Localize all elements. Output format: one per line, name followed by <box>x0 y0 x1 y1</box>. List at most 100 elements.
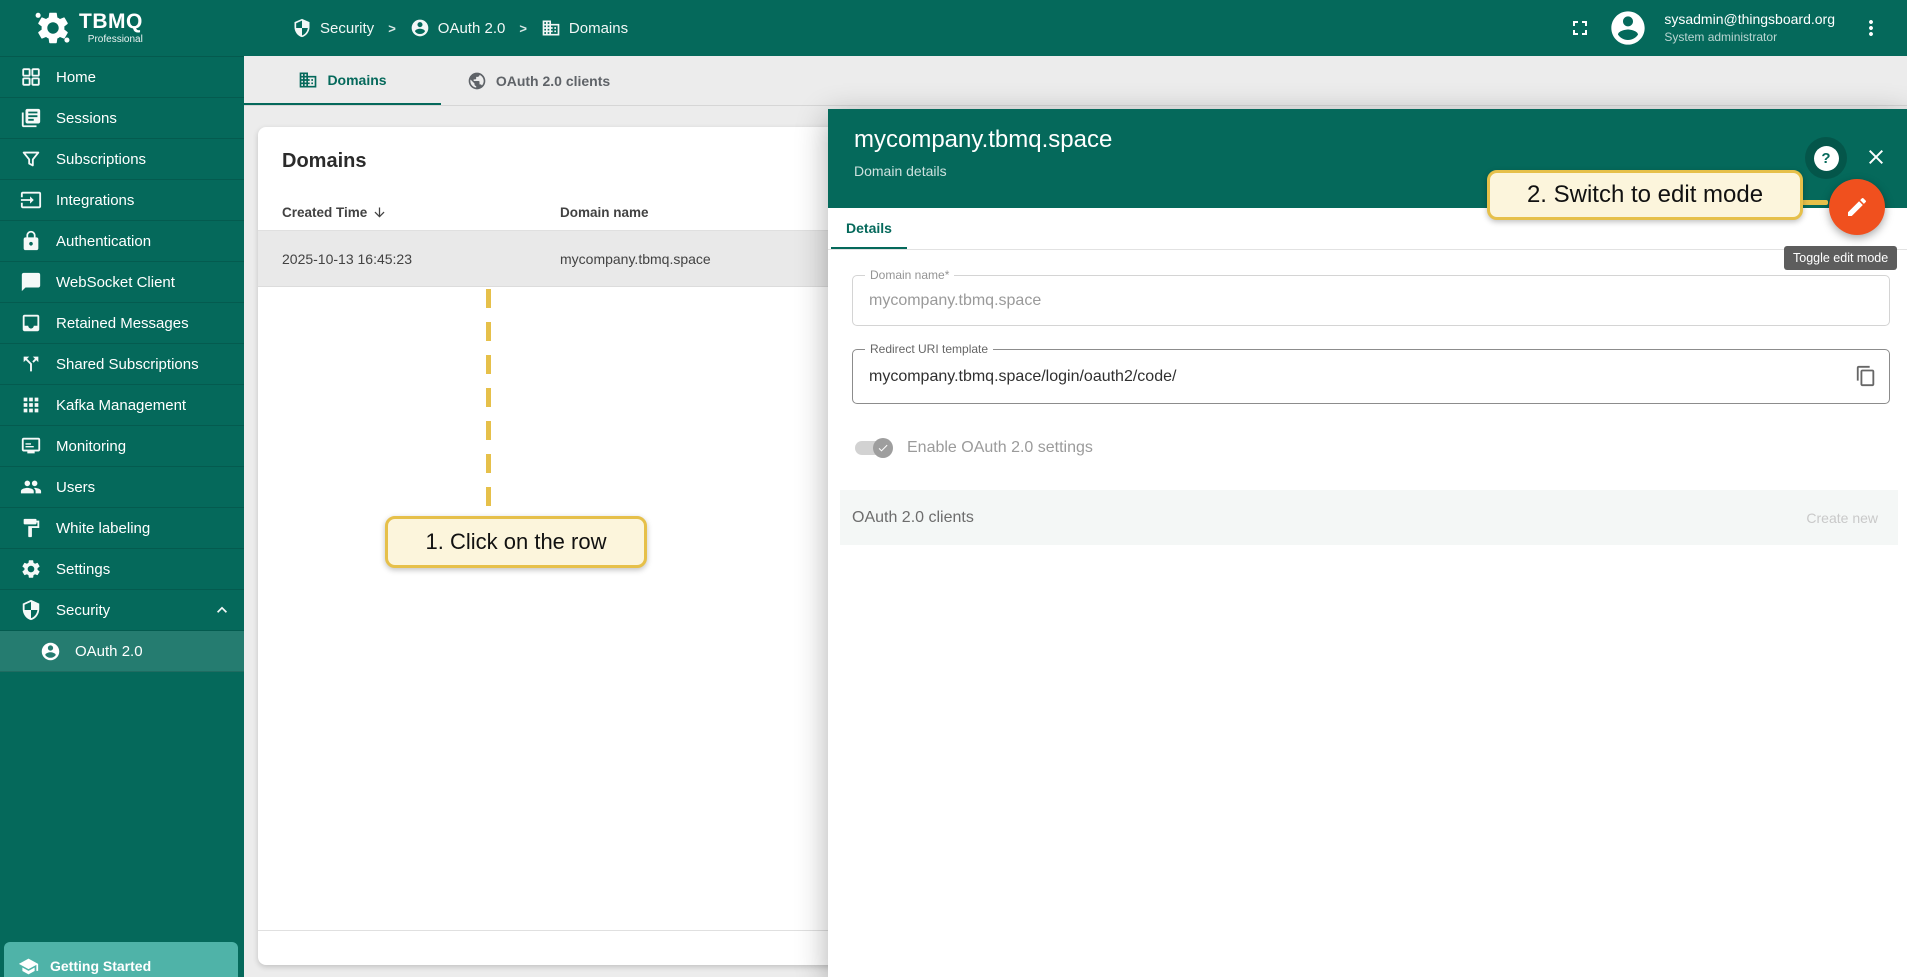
oauth-clients-section: OAuth 2.0 clients Create new <box>840 490 1898 545</box>
oauth-settings-toggle-row: Enable OAuth 2.0 settings <box>852 437 1890 459</box>
logo[interactable]: TBMQ Professional <box>0 9 244 47</box>
fab-tooltip: Toggle edit mode <box>1784 246 1897 270</box>
sidebar-item-label: Users <box>56 479 95 496</box>
tab-oauth-clients[interactable]: OAuth 2.0 clients <box>441 56 636 105</box>
breadcrumb-security[interactable]: Security <box>292 18 374 38</box>
shield-icon <box>20 599 42 621</box>
sidebar-item-kafka-management[interactable]: Kafka Management <box>0 385 244 426</box>
column-header-domain-name[interactable]: Domain name <box>560 205 649 220</box>
avatar-icon <box>1608 8 1648 48</box>
oauth-clients-title: OAuth 2.0 clients <box>852 509 974 527</box>
main-tabbar: Domains OAuth 2.0 clients <box>244 56 1907 106</box>
sidebar-item-security[interactable]: Security <box>0 590 244 631</box>
globe-icon <box>467 71 487 91</box>
toggle-knob <box>873 438 893 458</box>
sidebar-item-authentication[interactable]: Authentication <box>0 221 244 262</box>
sidebar-item-white-labeling[interactable]: White labeling <box>0 508 244 549</box>
breadcrumb-oauth[interactable]: OAuth 2.0 <box>410 18 506 38</box>
tab-label: Domains <box>327 72 386 88</box>
sidebar-subitem-oauth[interactable]: OAuth 2.0 <box>0 631 244 672</box>
sidebar-item-settings[interactable]: Settings <box>0 549 244 590</box>
group-icon <box>20 476 42 498</box>
breadcrumb-domains[interactable]: Domains <box>541 18 628 38</box>
drawer-body: Domain name* mycompany.tbmq.space Redire… <box>828 250 1907 545</box>
close-button[interactable] <box>1861 142 1891 172</box>
book-icon <box>20 107 42 129</box>
header-actions: sysadmin@thingsboard.org System administ… <box>1568 8 1907 48</box>
sidebar-item-shared-subscriptions[interactable]: Shared Subscriptions <box>0 344 244 385</box>
user-avatar[interactable] <box>1608 8 1648 48</box>
account-circle-icon <box>410 18 430 38</box>
sidebar-item-label: Subscriptions <box>56 151 146 168</box>
tbmq-gear-logo-icon <box>34 9 72 47</box>
user-role: System administrator <box>1664 29 1835 45</box>
copy-icon <box>1855 365 1877 387</box>
domain-icon <box>298 70 318 90</box>
sidebar-item-monitoring[interactable]: Monitoring <box>0 426 244 467</box>
getting-started-label: Getting Started <box>50 958 151 974</box>
help-button[interactable]: ? <box>1805 137 1847 179</box>
chat-icon <box>20 271 42 293</box>
user-info: sysadmin@thingsboard.org System administ… <box>1664 10 1835 45</box>
sidebar-item-label: Security <box>56 602 110 619</box>
close-icon <box>1864 145 1888 169</box>
header-menu-button[interactable] <box>1859 16 1883 40</box>
copy-button[interactable] <box>1855 365 1877 387</box>
tab-domains[interactable]: Domains <box>244 56 441 105</box>
sidebar-item-label: Integrations <box>56 192 134 209</box>
breadcrumb: Security > OAuth 2.0 > Domains <box>292 18 628 38</box>
sidebar-item-home[interactable]: Home <box>0 57 244 98</box>
sidebar-item-label: Authentication <box>56 233 151 250</box>
sidebar-item-sessions[interactable]: Sessions <box>0 98 244 139</box>
sidebar-item-retained-messages[interactable]: Retained Messages <box>0 303 244 344</box>
sidebar-item-subscriptions[interactable]: Subscriptions <box>0 139 244 180</box>
create-new-button: Create new <box>1806 510 1878 526</box>
top-header: TBMQ Professional Security > OAuth 2.0 >… <box>0 0 1907 56</box>
sidebar-item-users[interactable]: Users <box>0 467 244 508</box>
lock-icon <box>20 230 42 252</box>
sidebar-item-label: WebSocket Client <box>56 274 175 291</box>
sidebar-subitem-label: OAuth 2.0 <box>75 643 143 660</box>
column-header-created-time[interactable]: Created Time <box>282 205 560 220</box>
redirect-uri-input[interactable]: mycompany.tbmq.space/login/oauth2/code/ <box>853 350 1889 403</box>
breadcrumb-label: OAuth 2.0 <box>438 20 506 37</box>
check-icon <box>877 442 889 454</box>
sidebar-item-label: White labeling <box>56 520 150 537</box>
breadcrumb-label: Security <box>320 20 374 37</box>
step2-dashed-connector <box>1801 200 1828 205</box>
dashboard-icon <box>20 66 42 88</box>
getting-started-button[interactable]: Getting Started <box>4 942 238 977</box>
shield-icon <box>292 18 312 38</box>
more-vert-icon <box>1859 16 1883 40</box>
tab-details[interactable]: Details <box>831 208 907 249</box>
sidebar-item-label: Sessions <box>56 110 117 127</box>
monitor-icon <box>20 435 42 457</box>
column-label: Created Time <box>282 205 367 220</box>
logo-subtitle: Professional <box>88 34 143 45</box>
domain-icon <box>541 18 561 38</box>
logo-text: TBMQ Professional <box>79 11 143 45</box>
sidebar-item-label: Shared Subscriptions <box>56 356 199 373</box>
oauth-settings-toggle <box>855 441 889 455</box>
call-split-icon <box>20 353 42 375</box>
user-email: sysadmin@thingsboard.org <box>1664 10 1835 29</box>
domain-name-input: mycompany.tbmq.space <box>853 276 1889 325</box>
input-icon <box>20 189 42 211</box>
sidebar-item-label: Monitoring <box>56 438 126 455</box>
sidebar-nav: Home Sessions Subscriptions Integrations… <box>0 56 244 672</box>
sidebar: Home Sessions Subscriptions Integrations… <box>0 56 244 977</box>
app-root: TBMQ Professional Security > OAuth 2.0 >… <box>0 0 1907 977</box>
logo-title: TBMQ <box>79 11 143 32</box>
fullscreen-button[interactable] <box>1568 16 1592 40</box>
breadcrumb-separator: > <box>388 21 396 36</box>
domain-name-field: Domain name* mycompany.tbmq.space <box>852 275 1890 326</box>
step2-callout: 2. Switch to edit mode <box>1487 170 1803 220</box>
toggle-edit-mode-fab[interactable] <box>1829 179 1885 235</box>
pencil-icon <box>1845 195 1869 219</box>
format-paint-icon <box>20 517 42 539</box>
sidebar-item-integrations[interactable]: Integrations <box>0 180 244 221</box>
cell-created-time: 2025-10-13 16:45:23 <box>282 251 560 267</box>
sidebar-item-websocket-client[interactable]: WebSocket Client <box>0 262 244 303</box>
sort-arrow-down-icon <box>372 205 387 220</box>
inbox-icon <box>20 312 42 334</box>
